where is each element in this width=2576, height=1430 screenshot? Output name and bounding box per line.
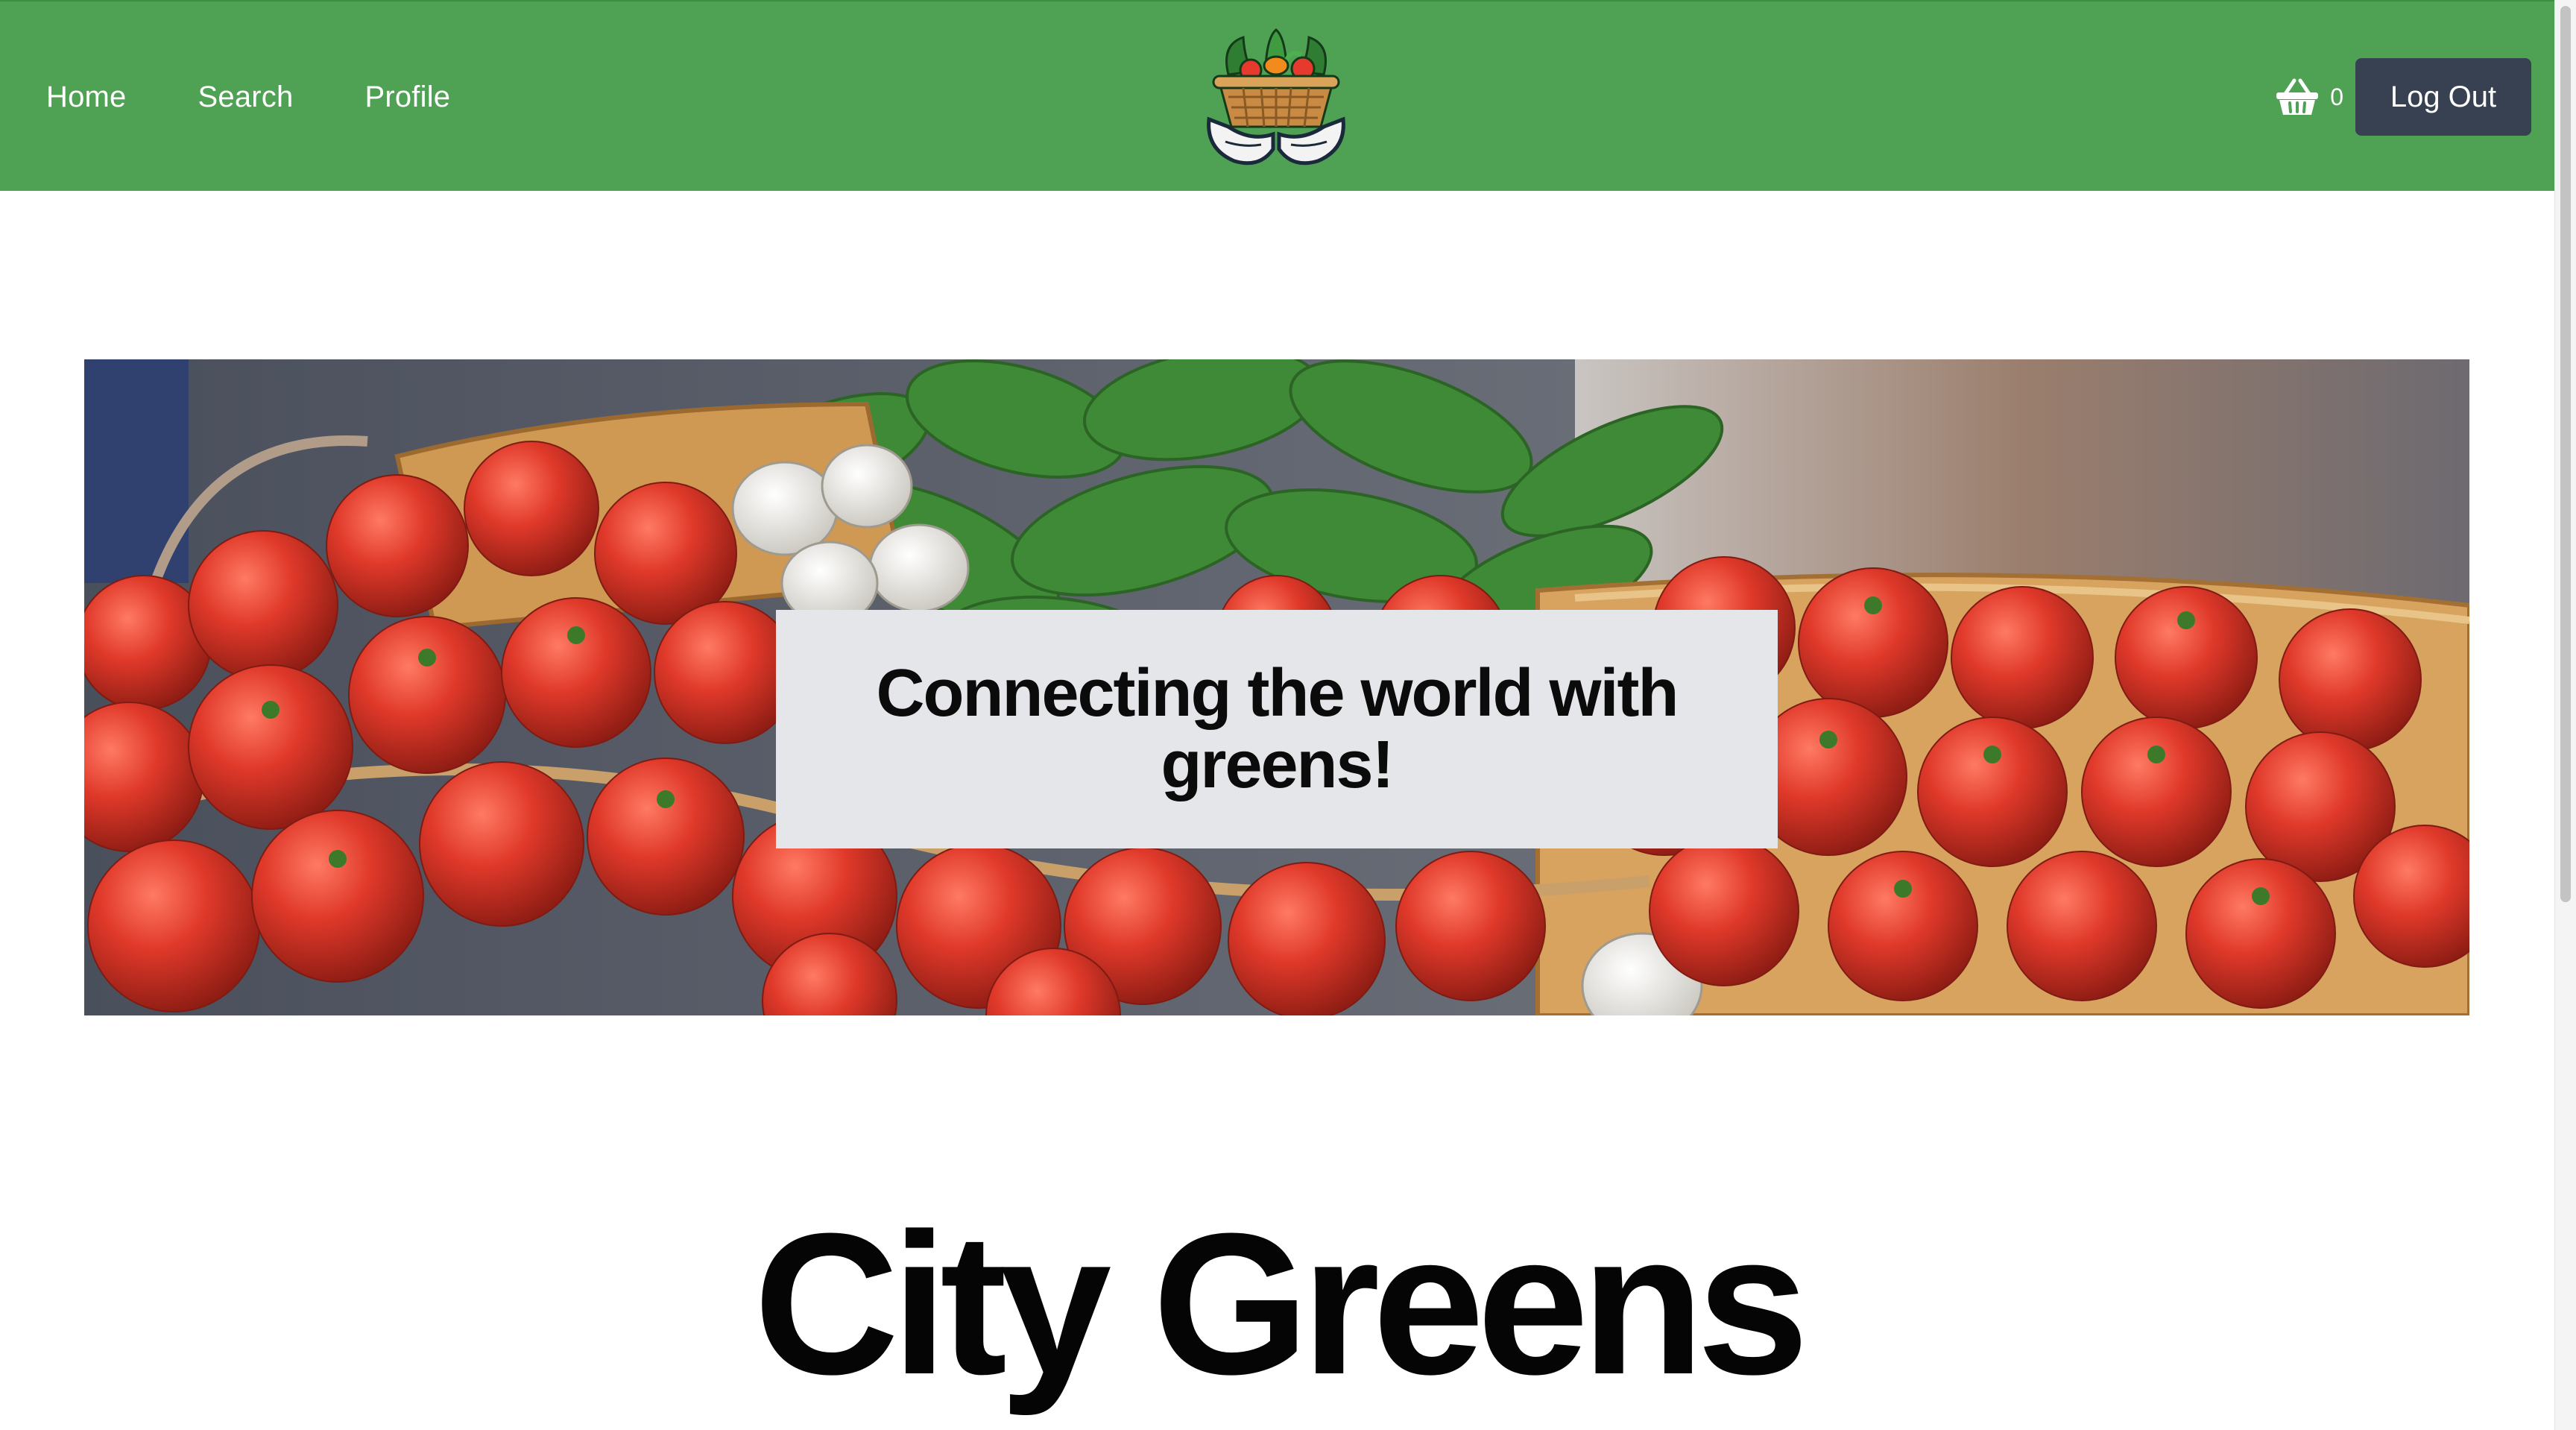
page-title: City Greens: [754, 1192, 1809, 1417]
logout-button[interactable]: Log Out: [2355, 58, 2531, 136]
hero-banner: Connecting the world with greens!: [84, 359, 2469, 1015]
nav-link-home[interactable]: Home: [46, 81, 127, 114]
scrollbar-thumb[interactable]: [2560, 6, 2571, 902]
nav-link-search[interactable]: Search: [198, 81, 294, 114]
page: Home Search Profile 0 Log Out Connecting…: [0, 0, 2576, 1430]
cart-button[interactable]: 0: [2275, 78, 2343, 116]
nav-link-profile[interactable]: Profile: [364, 81, 450, 114]
hero-tagline-box: Connecting the world with greens!: [776, 610, 1778, 848]
nav-links: Home Search Profile: [46, 1, 450, 192]
hero-tagline: Connecting the world with greens!: [876, 656, 1679, 802]
shopping-basket-icon: [2276, 78, 2319, 115]
navbar: Home Search Profile 0 Log Out: [0, 0, 2555, 191]
scrollbar[interactable]: [2554, 0, 2576, 1430]
cart-count: 0: [2330, 83, 2343, 110]
basket-logo-icon[interactable]: [1199, 22, 1354, 171]
nav-right: 0 Log Out: [2275, 1, 2531, 192]
